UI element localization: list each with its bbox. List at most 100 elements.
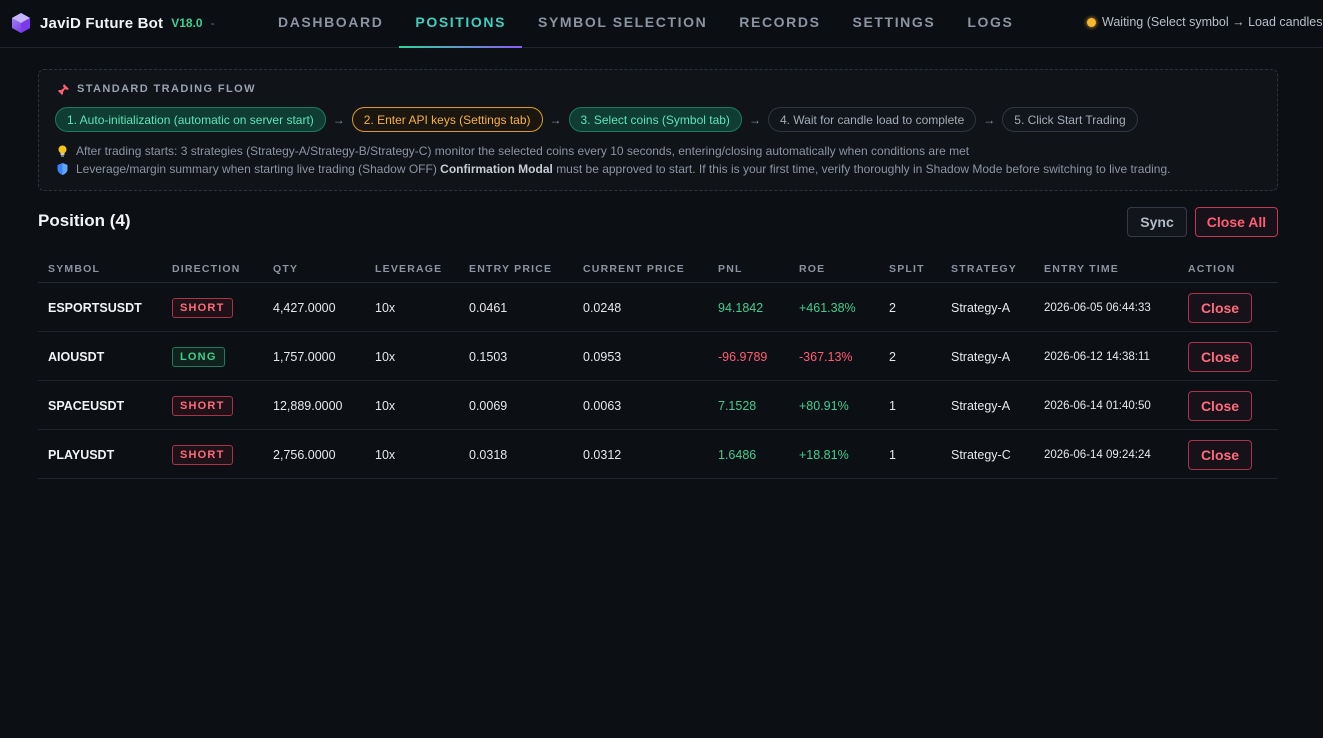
roe-cell: +461.38% xyxy=(799,300,856,315)
current-price-cell: 0.0248 xyxy=(583,300,622,315)
step-api-keys[interactable]: 2. Enter API keys (Settings tab) xyxy=(351,107,543,132)
arrow-icon: → xyxy=(549,112,562,127)
symbol-cell: AIOUSDT xyxy=(48,349,105,364)
split-cell: 1 xyxy=(889,398,896,413)
sync-button[interactable]: Sync xyxy=(1127,207,1187,237)
flow-header: STANDARD TRADING FLOW xyxy=(57,83,256,96)
step-candle-load[interactable]: 4. Wait for candle load to complete xyxy=(767,107,977,132)
col-entry-time: ENTRY TIME xyxy=(1044,263,1120,275)
col-action: ACTION xyxy=(1188,263,1236,275)
close-position-button[interactable]: Close xyxy=(1188,439,1252,470)
note-text: After trading starts: 3 strategies (Stra… xyxy=(76,144,970,158)
flow-title: STANDARD TRADING FLOW xyxy=(77,83,256,95)
direction-cell: LONG xyxy=(172,332,225,381)
col-qty: QTY xyxy=(273,263,299,275)
current-price-cell: 0.0063 xyxy=(583,398,622,413)
table-row: AIOUSDT LONG 1,757.0000 10x 0.1503 0.095… xyxy=(38,332,1278,381)
leverage-cell: 10x xyxy=(375,398,396,413)
entry-time-cell: 2026-06-12 14:38:11 xyxy=(1044,350,1150,363)
pnl-cell: -96.9789 xyxy=(718,349,768,364)
tab-symbol-selection[interactable]: SYMBOL SELECTION xyxy=(522,0,723,48)
leverage-cell: 10x xyxy=(375,349,396,364)
split-cell: 1 xyxy=(889,447,896,462)
arrow-icon: → xyxy=(983,112,996,127)
action-cell: Close xyxy=(1188,430,1252,479)
col-current-price: CURRENT PRICE xyxy=(583,263,685,275)
status-text: Waiting (Select symbol → Load candles xyxy=(1102,15,1323,29)
positions-title: Position (4) xyxy=(38,211,131,230)
col-roe: ROE xyxy=(799,263,826,275)
col-split: SPLIT xyxy=(889,263,925,275)
tab-records[interactable]: RECORDS xyxy=(723,0,836,48)
flow-steps: 1. Auto-initialization (automatic on ser… xyxy=(55,107,1138,132)
close-all-button[interactable]: Close All xyxy=(1195,207,1278,237)
direction-badge: SHORT xyxy=(172,395,233,416)
direction-cell: SHORT xyxy=(172,283,233,332)
direction-cell: SHORT xyxy=(172,430,233,479)
close-position-button[interactable]: Close xyxy=(1188,390,1252,421)
shield-icon xyxy=(57,163,68,175)
close-position-button[interactable]: Close xyxy=(1188,341,1252,372)
current-price-cell: 0.0953 xyxy=(583,349,622,364)
arrow-icon: → xyxy=(332,112,345,127)
col-symbol: SYMBOL xyxy=(48,263,101,275)
col-direction: DIRECTION xyxy=(172,263,241,275)
leverage-cell: 10x xyxy=(375,300,396,315)
app-name: JaviD Future Bot xyxy=(40,14,164,32)
symbol-cell: ESPORTSUSDT xyxy=(48,300,142,315)
split-cell: 2 xyxy=(889,300,896,315)
direction-badge: LONG xyxy=(172,346,225,367)
roe-cell: -367.13% xyxy=(799,349,853,364)
col-strategy: STRATEGY xyxy=(951,263,1017,275)
step-auto-init[interactable]: 1. Auto-initialization (automatic on ser… xyxy=(55,107,326,132)
action-cell: Close xyxy=(1188,381,1252,430)
entry-price-cell: 0.0318 xyxy=(469,447,508,462)
entry-price-cell: 0.1503 xyxy=(469,349,508,364)
strategy-cell: Strategy-A xyxy=(951,300,1011,315)
direction-cell: SHORT xyxy=(172,381,233,430)
entry-time-cell: 2026-06-14 01:40:50 xyxy=(1044,399,1151,412)
step-select-coins[interactable]: 3. Select coins (Symbol tab) xyxy=(568,107,742,132)
tab-positions[interactable]: POSITIONS xyxy=(399,0,522,48)
col-entry-price: ENTRY PRICE xyxy=(469,263,553,275)
table-row: ESPORTSUSDT SHORT 4,427.0000 10x 0.0461 … xyxy=(38,283,1278,332)
positions-table: SYMBOL DIRECTION QTY LEVERAGE ENTRY PRIC… xyxy=(38,255,1278,479)
tab-dashboard[interactable]: DASHBOARD xyxy=(262,0,399,48)
qty-cell: 1,757.0000 xyxy=(273,349,336,364)
entry-price-cell: 0.0069 xyxy=(469,398,508,413)
tab-logs[interactable]: LOGS xyxy=(951,0,1029,48)
split-cell: 2 xyxy=(889,349,896,364)
strategy-cell: Strategy-A xyxy=(951,398,1011,413)
table-header: SYMBOL DIRECTION QTY LEVERAGE ENTRY PRIC… xyxy=(38,255,1278,283)
qty-cell: 12,889.0000 xyxy=(273,398,343,413)
step-start-trading[interactable]: 5. Click Start Trading xyxy=(1002,107,1138,132)
note-text-after: must be approved to start. If this is yo… xyxy=(556,162,1171,176)
table-row: SPACEUSDT SHORT 12,889.0000 10x 0.0069 0… xyxy=(38,381,1278,430)
col-leverage: LEVERAGE xyxy=(375,263,443,275)
flow-note-confirmation: Leverage/margin summary when starting li… xyxy=(57,162,1170,176)
roe-cell: +18.81% xyxy=(799,447,849,462)
flow-note-strategies: After trading starts: 3 strategies (Stra… xyxy=(57,144,969,158)
tab-settings[interactable]: SETTINGS xyxy=(837,0,952,48)
main-nav: DASHBOARD POSITIONS SYMBOL SELECTION REC… xyxy=(262,0,1029,48)
strategy-cell: Strategy-A xyxy=(951,349,1011,364)
cube-logo-icon xyxy=(10,12,32,34)
roe-cell: +80.91% xyxy=(799,398,849,413)
qty-cell: 4,427.0000 xyxy=(273,300,336,315)
pnl-cell: 1.6486 xyxy=(718,447,757,462)
note-text-bold: Confirmation Modal xyxy=(440,162,553,176)
leverage-cell: 10x xyxy=(375,447,396,462)
pnl-cell: 7.1528 xyxy=(718,398,757,413)
action-cell: Close xyxy=(1188,283,1252,332)
entry-time-cell: 2026-06-05 06:44:33 xyxy=(1044,301,1151,314)
col-pnl: PNL xyxy=(718,263,743,275)
pushpin-icon xyxy=(57,83,69,96)
note-text-before: Leverage/margin summary when starting li… xyxy=(76,162,437,176)
pnl-cell: 94.1842 xyxy=(718,300,764,315)
symbol-cell: PLAYUSDT xyxy=(48,447,115,462)
symbol-cell: SPACEUSDT xyxy=(48,398,125,413)
bot-status: Waiting (Select symbol → Load candles xyxy=(1087,15,1322,29)
table-row: PLAYUSDT SHORT 2,756.0000 10x 0.0318 0.0… xyxy=(38,430,1278,479)
close-position-button[interactable]: Close xyxy=(1188,292,1252,323)
action-cell: Close xyxy=(1188,332,1252,381)
